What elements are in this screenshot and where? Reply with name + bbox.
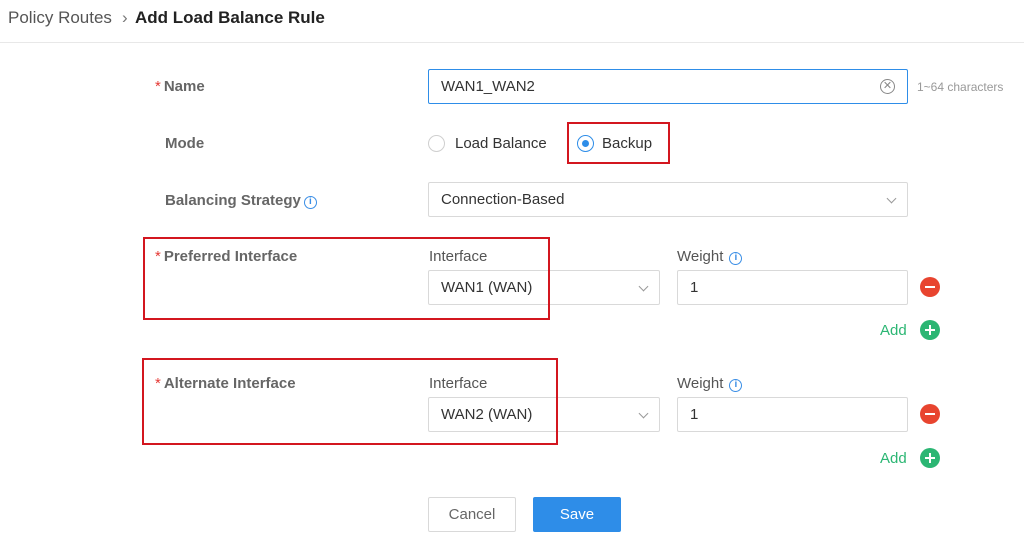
- required-mark: *: [155, 78, 161, 95]
- preferred-weight-column-header: Weight i: [677, 248, 743, 265]
- balancing-strategy-label: Balancing Strategy i: [165, 192, 317, 209]
- info-icon[interactable]: i: [303, 196, 317, 209]
- name-hint: 1~64 characters: [917, 80, 1004, 94]
- save-button[interactable]: Save: [533, 497, 621, 532]
- annotation-box-backup: [567, 122, 670, 164]
- mode-label: Mode: [165, 135, 205, 152]
- page-header: Policy Routes › Add Load Balance Rule: [0, 0, 1024, 43]
- alternate-weight-column-header: Weight i: [677, 375, 743, 392]
- balancing-strategy-select[interactable]: Connection-Based: [428, 182, 908, 217]
- info-icon[interactable]: i: [729, 252, 743, 265]
- name-label: * Name: [155, 78, 205, 95]
- remove-alternate-icon[interactable]: [920, 404, 940, 424]
- add-preferred-link[interactable]: Add: [880, 322, 907, 339]
- add-alternate-icon[interactable]: [920, 448, 940, 468]
- remove-preferred-icon[interactable]: [920, 277, 940, 297]
- annotation-box-alternate: [142, 358, 558, 445]
- page-title: Add Load Balance Rule: [135, 8, 325, 27]
- name-input-value: WAN1_WAN2: [441, 78, 535, 95]
- name-input[interactable]: WAN1_WAN2 ✕: [428, 69, 908, 104]
- chevron-down-icon: [638, 281, 649, 292]
- preferred-weight-input[interactable]: 1: [677, 270, 908, 305]
- balancing-strategy-value: Connection-Based: [441, 191, 565, 208]
- alternate-weight-value: 1: [690, 406, 699, 423]
- add-preferred-icon[interactable]: [920, 320, 940, 340]
- breadcrumb-parent-link[interactable]: Policy Routes: [8, 8, 112, 28]
- clear-icon[interactable]: ✕: [880, 79, 895, 94]
- radio-load-balance[interactable]: [428, 135, 445, 152]
- preferred-weight-value: 1: [690, 279, 699, 296]
- breadcrumb-separator: ›: [122, 8, 128, 27]
- add-alternate-link[interactable]: Add: [880, 450, 907, 467]
- annotation-box-preferred: [143, 237, 550, 320]
- radio-load-balance-label[interactable]: Load Balance: [455, 135, 547, 152]
- alternate-weight-input[interactable]: 1: [677, 397, 908, 432]
- cancel-button[interactable]: Cancel: [428, 497, 516, 532]
- chevron-down-icon: [886, 193, 897, 204]
- chevron-down-icon: [638, 408, 649, 419]
- info-icon[interactable]: i: [729, 379, 743, 392]
